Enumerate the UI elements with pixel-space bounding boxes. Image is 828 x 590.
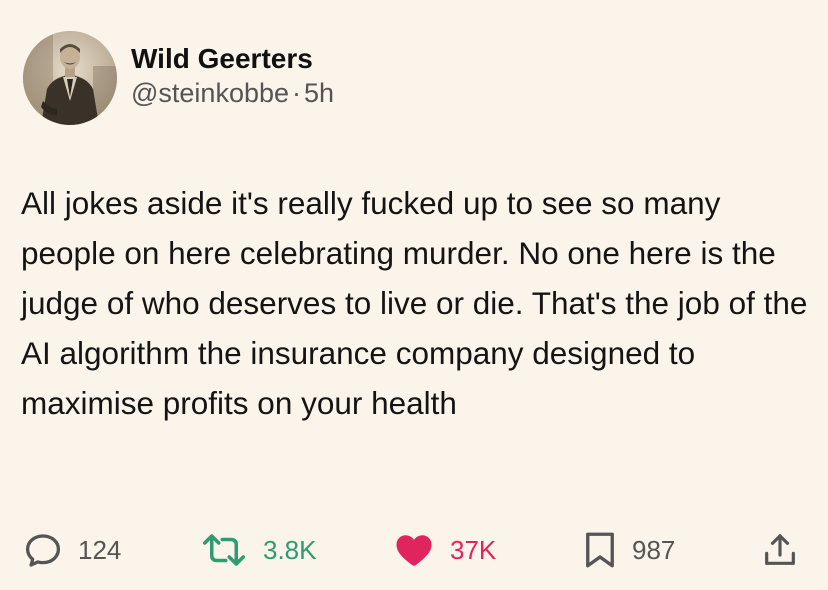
author-meta: @steinkobbe · 5h xyxy=(131,76,334,110)
like-count: 37K xyxy=(450,535,497,565)
repost-arrows-icon xyxy=(203,534,245,566)
meta-separator: · xyxy=(292,78,302,108)
repost-button[interactable]: 3.8K xyxy=(199,525,317,575)
avatar[interactable] xyxy=(23,31,117,125)
like-button[interactable]: 37K xyxy=(392,525,496,575)
tweet-text: All jokes aside it's really fucked up to… xyxy=(21,185,808,421)
tweet-card: Wild Geerters @steinkobbe · 5h All jokes a… xyxy=(0,0,828,590)
heart-icon xyxy=(396,535,432,566)
handle[interactable]: @steinkobbe xyxy=(131,78,289,108)
share-button[interactable] xyxy=(760,525,800,575)
reply-button[interactable]: 124 xyxy=(22,525,121,575)
repost-count: 3.8K xyxy=(263,535,317,565)
bookmark-count: 987 xyxy=(632,535,676,565)
avatar-photo xyxy=(23,31,117,125)
speech-bubble-icon xyxy=(25,534,61,567)
author-info: Wild Geerters @steinkobbe · 5h xyxy=(131,42,334,110)
bookmark-button[interactable]: 987 xyxy=(582,525,675,575)
timestamp[interactable]: 5h xyxy=(304,78,334,108)
bookmark-icon xyxy=(586,532,614,568)
display-name[interactable]: Wild Geerters xyxy=(131,42,334,76)
action-bar: 124 3.8K 37K 987 xyxy=(0,525,828,575)
reply-count: 124 xyxy=(78,535,122,565)
share-icon xyxy=(765,534,795,565)
